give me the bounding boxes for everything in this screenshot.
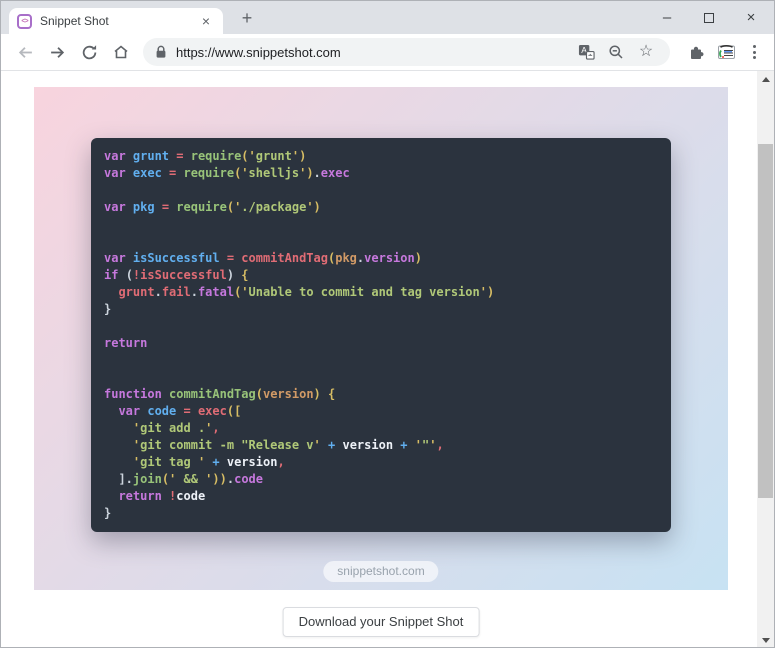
zoom-out-button[interactable] [604,40,628,64]
back-button[interactable] [12,39,38,65]
bookmark-button[interactable]: ☆ [634,40,658,64]
code-block[interactable]: var grunt = require('grunt')var exec = r… [104,148,658,522]
download-snippet-button[interactable]: Download your Snippet Shot [283,607,480,637]
back-arrow-icon [17,44,34,61]
code-panel[interactable]: var grunt = require('grunt')var exec = r… [91,138,671,532]
scrollbar-up-button[interactable] [757,71,774,88]
close-button[interactable]: × [730,1,772,34]
menu-dot-icon [753,51,756,54]
reload-button[interactable] [76,39,102,65]
lock-icon [155,45,167,59]
address-bar[interactable]: https://www.snippetshot.com A ☆ [143,38,670,66]
browser-menu-button[interactable] [742,40,766,64]
star-icon: ☆ [639,44,653,60]
menu-dot-icon [753,45,756,48]
scrollbar-thumb[interactable] [758,144,773,498]
forward-button[interactable] [44,39,70,65]
maximize-button[interactable] [688,1,730,34]
page-scrollbar[interactable] [757,71,774,648]
tab-title: Snippet Shot [40,14,197,28]
menu-dot-icon [753,56,756,59]
browser-toolbar: https://www.snippetshot.com A ☆ [1,34,774,71]
scrollbar-down-button[interactable] [757,632,774,648]
snippetshot-favicon-icon: <> [17,14,32,29]
minimize-button[interactable]: – [646,1,688,34]
translate-icon: A [578,44,595,61]
watermark-pill: snippetshot.com [323,561,438,582]
tab-snippet-shot[interactable]: <> Snippet Shot × [9,8,223,34]
new-tab-button[interactable]: + [235,6,259,30]
extensions-button[interactable] [684,40,708,64]
home-button[interactable] [108,39,134,65]
forward-arrow-icon [49,44,66,61]
window-controls: – × [646,1,772,34]
zoom-out-icon [608,44,624,60]
translate-button[interactable]: A [574,40,598,64]
browser-window: <> Snippet Shot × + – × https://www.snip… [0,0,775,648]
page-content: var grunt = require('grunt')var exec = r… [1,71,774,648]
table-extension-icon [717,44,736,60]
url-text[interactable]: https://www.snippetshot.com [176,45,568,60]
home-icon [112,43,130,61]
maximize-icon [704,13,714,23]
tab-strip: <> Snippet Shot × + – × [1,1,774,34]
scroll-up-icon [762,77,770,82]
snippet-gradient-canvas: var grunt = require('grunt')var exec = r… [34,87,728,590]
reload-icon [81,44,98,61]
scroll-down-icon [762,638,770,643]
puzzle-icon [688,44,705,61]
tab-close-icon[interactable]: × [197,12,215,30]
table-extension-button[interactable] [714,40,738,64]
